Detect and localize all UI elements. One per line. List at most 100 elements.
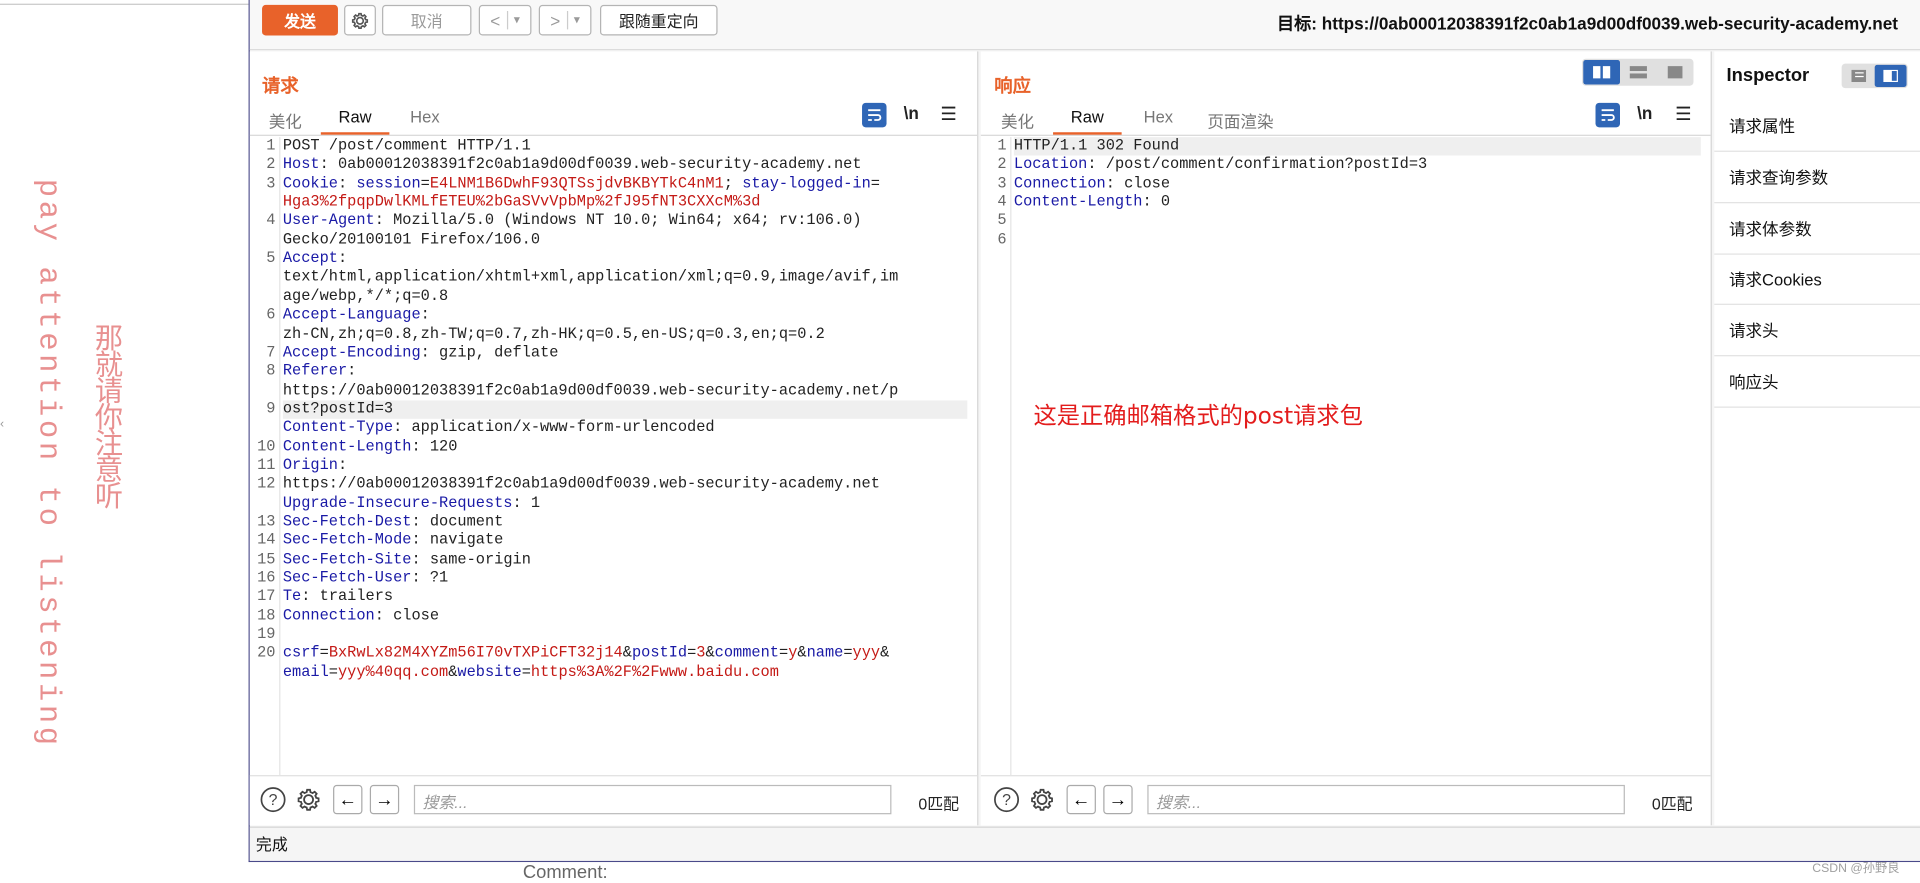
gear-icon[interactable] [1029,786,1056,813]
single-panel-icon [1667,66,1683,79]
line-number: 18 [257,607,276,625]
svg-text:?: ? [269,792,278,809]
code-line: Location: /post/comment/confirmation?pos… [1013,155,1428,174]
param-name: email [282,663,329,681]
inspector-toggle [1841,63,1908,89]
next-match-button[interactable]: → [369,784,400,815]
inspector-panel: Inspector 请求属性 请求查询参数 请求体参数 请求Cookies 请求… [1714,51,1920,826]
code-line: https://0ab00012038391f2c0ab1a9d00df0039… [282,381,899,399]
header-key: Upgrade-Insecure-Requests [282,494,513,512]
header-key: Referer [282,362,348,380]
inspector-body-params[interactable]: 请求体参数 [1714,204,1920,255]
layout-single-button[interactable] [1657,60,1694,84]
inspector-query-params[interactable]: 请求查询参数 [1714,153,1920,204]
match-count: 0匹配 [1651,794,1693,814]
rows-icon [1629,66,1647,79]
panel-icon [1883,69,1898,83]
prev-match-button[interactable]: ← [1066,784,1096,815]
forward-button[interactable]: > ▾ [538,4,592,36]
tab-pretty[interactable]: 美化 [999,108,1036,135]
header-value: 0 [1160,193,1171,211]
code-line: HTTP/1.1 302 Found [1013,137,1701,156]
response-editor[interactable]: 123456 HTTP/1.1 302 Found Location: /pos… [981,137,1711,777]
inspector-response-headers[interactable]: 响应头 [1714,358,1920,408]
tab-hex[interactable]: Hex [407,108,444,135]
line-number: 3 [997,174,1007,192]
follow-redirect-button[interactable]: 跟随重定向 [600,4,718,36]
target-url[interactable]: 目标: https://0ab00012038391f2c0ab1a9d00df… [1277,11,1898,35]
chevron-down-icon[interactable]: ▾ [574,13,580,26]
chevron-down-icon[interactable]: ▾ [514,13,520,26]
line-number: 4 [266,212,276,230]
expand-arrow-icon[interactable]: ‹ [0,418,4,431]
code-line: Sec-Fetch-Mode: navigate [282,531,504,549]
tab-pretty[interactable]: 美化 [267,108,304,135]
cancel-button[interactable]: 取消 [382,4,472,36]
line-number: 9 [266,400,276,418]
inspector-request-cookies[interactable]: 请求Cookies [1714,255,1920,305]
gear-icon[interactable] [295,786,322,813]
param-value: BxRwLx82M4XYZm56I70vTXPiCFT32j14 [328,644,623,662]
inspector-panel-button[interactable] [1874,64,1907,87]
prev-match-button[interactable]: ← [333,784,363,815]
wrap-lines-button[interactable] [1595,102,1621,128]
param-value: yyy%40qq.com [337,663,449,681]
code-line: Hga3%2fpqpDwlKMLfETEU%2bGaSVvVpbMp%2fJ95… [283,194,967,213]
newline-toggle[interactable]: \n [904,103,919,123]
separator [506,11,508,30]
code-line: ost?postId=3 [282,400,968,420]
page-divider [0,3,250,5]
header-key: Te [282,588,302,606]
inspector-request-headers[interactable]: 请求头 [1714,306,1920,357]
code-line: age/webp,*/*;q=0.8 [282,287,449,305]
menu-icon[interactable]: ☰ [940,103,956,125]
header-key: Connection [282,607,375,625]
line-number: 5 [266,249,276,268]
tab-raw[interactable]: Raw [1053,108,1122,135]
header-key: User-Agent [282,212,375,230]
header-value: 120 [429,437,458,456]
help-icon[interactable]: ? [260,786,287,813]
wrap-lines-button[interactable] [862,102,887,128]
layout-stacked-button[interactable] [1620,60,1657,84]
newline-toggle[interactable]: \n [1637,103,1652,123]
menu-icon[interactable]: ☰ [1675,103,1691,125]
help-icon[interactable]: ? [993,786,1020,813]
header-key: Content-Type [282,419,394,437]
header-value: close [1124,174,1171,192]
wrap-lines-icon [868,109,882,121]
back-arrow-icon: < [490,10,501,31]
wrap-lines-icon [1601,109,1615,121]
header-value: trailers [319,588,394,606]
code-line: Sec-Fetch-User: ?1 [282,569,449,587]
match-count: 0匹配 [918,794,960,814]
back-button[interactable]: < ▾ [478,4,532,36]
code-line: Accept: [282,249,348,268]
tab-hex[interactable]: Hex [1140,108,1177,135]
param-value: 3 [696,644,706,662]
line-number: 8 [266,362,276,380]
header-value: gzip, deflate [439,343,559,362]
layout-toggle [1582,58,1694,86]
code-line: email=yyy%40qq.com&website=https%3A%2F%2… [282,663,779,681]
search-input[interactable]: 搜索... [413,784,892,815]
header-key: Location [1013,155,1088,174]
next-match-button[interactable]: → [1103,784,1133,815]
settings-button[interactable] [344,4,376,36]
code-line: text/html,application/xhtml+xml,applicat… [282,268,899,286]
search-input[interactable]: 搜索... [1147,784,1625,815]
line-number: 20 [257,644,276,662]
line-number: 10 [257,437,276,456]
send-button[interactable]: 发送 [262,4,338,36]
request-editor[interactable]: 1 2 3 4 5 6 7 8 9 10 11 12 13 14 15 16 17 18 19 20 POST /po… [250,137,977,777]
code-line: Host: 0ab00012038391f2c0ab1a9d00df0039.w… [282,155,862,174]
inspector-request-attributes[interactable]: 请求属性 [1714,102,1920,152]
tab-raw[interactable]: Raw [320,108,390,135]
line-number: 11 [257,456,276,474]
tab-render[interactable]: 页面渲染 [1206,108,1275,135]
code-line: Accept-Language: [282,306,430,324]
inspector-list-button[interactable] [1843,65,1875,87]
code-line: Origin: [282,456,348,474]
layout-side-by-side-button[interactable] [1583,60,1621,85]
header-key: Origin [282,456,338,474]
